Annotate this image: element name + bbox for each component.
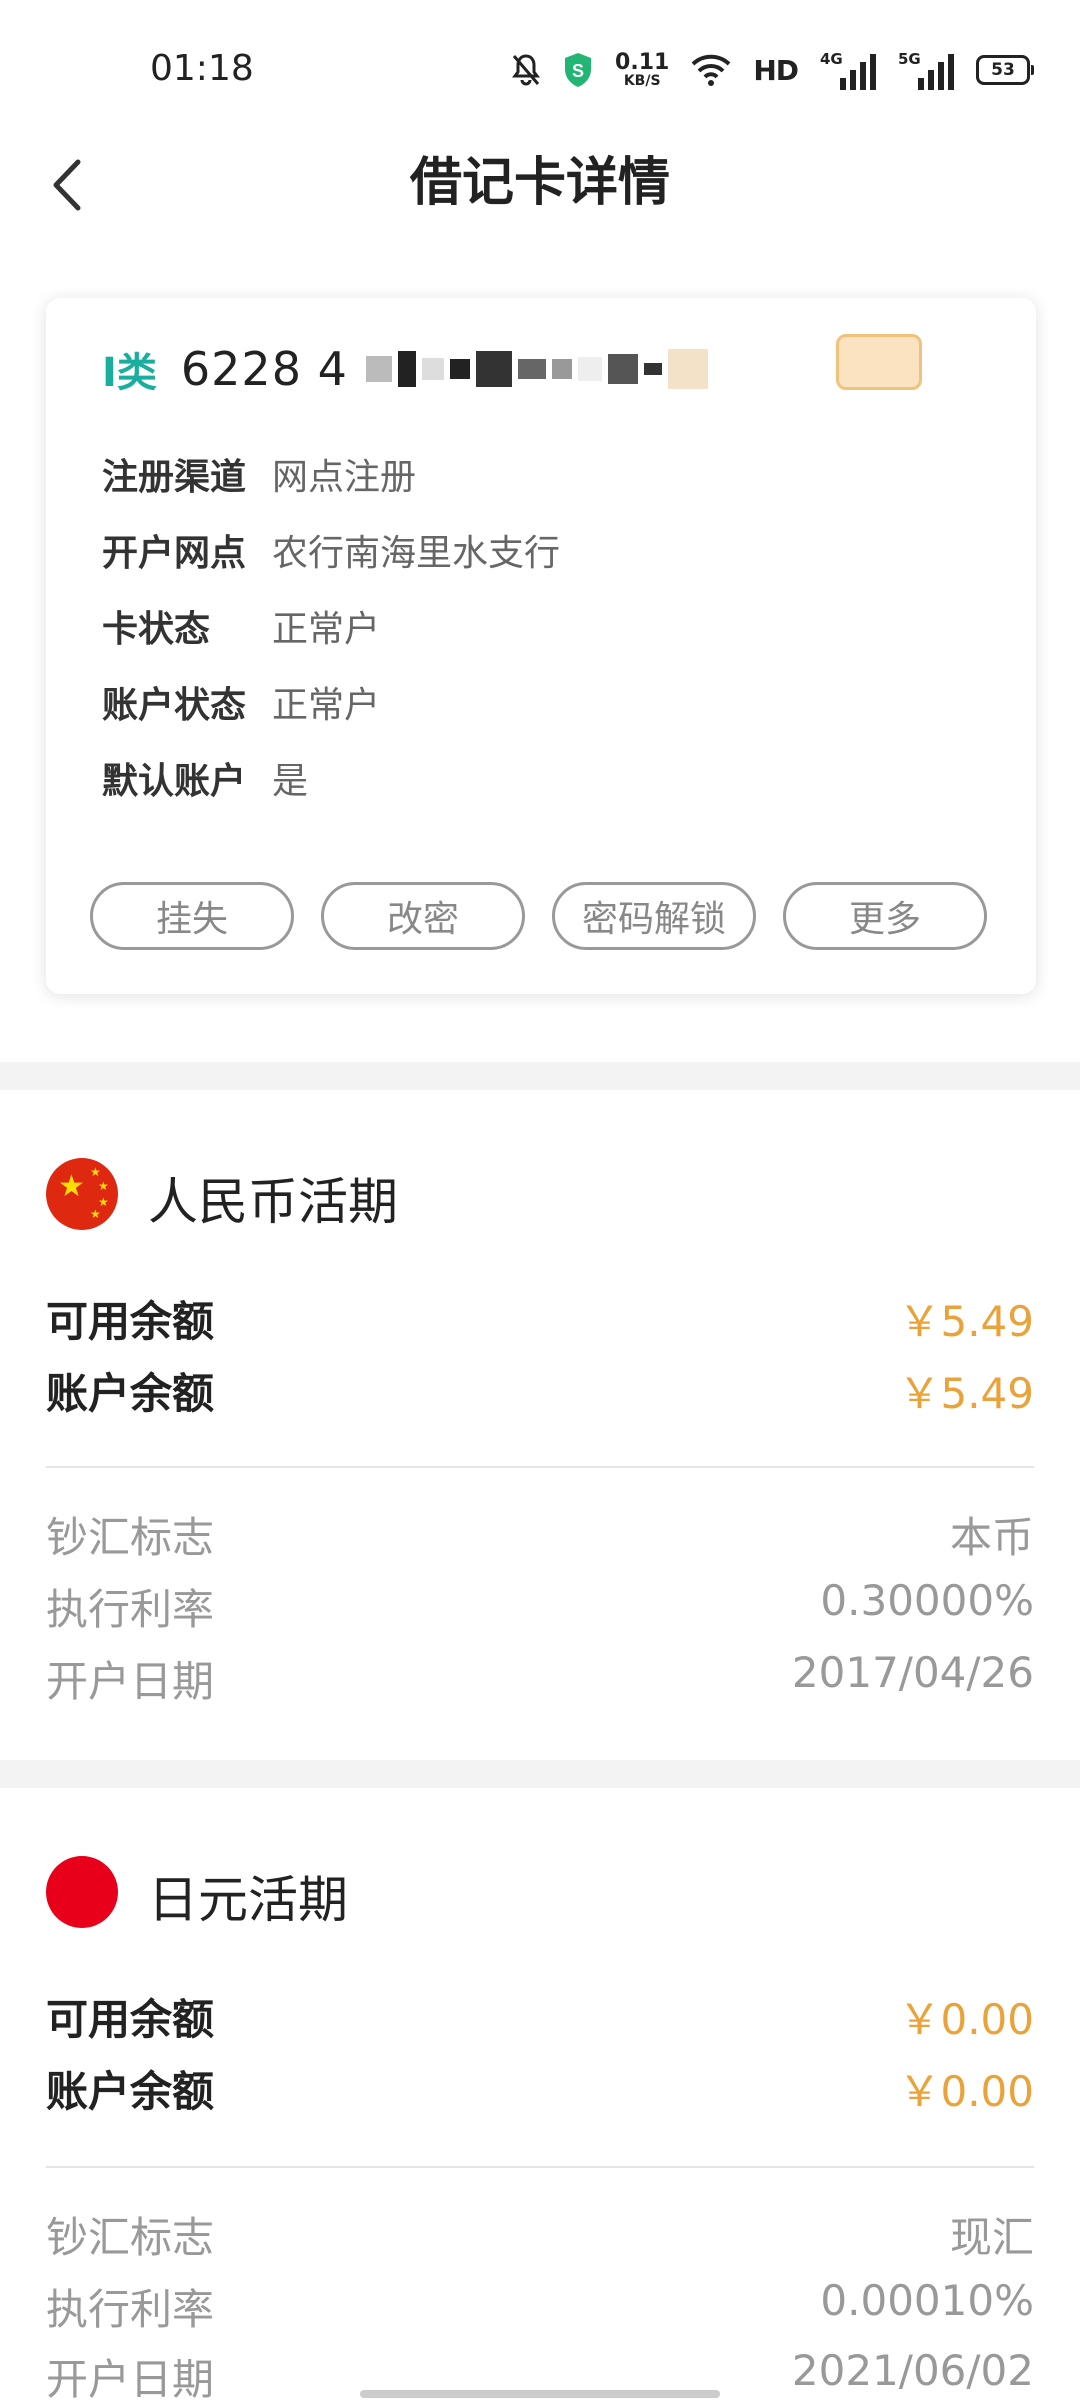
status-bar: 01:18 S 0.11 KB/S HD 4G 5G 53 — [0, 0, 1080, 140]
section-separator — [0, 1062, 1080, 1090]
section-separator — [0, 1760, 1080, 1788]
info-row-channel: 注册渠道 网点注册 — [102, 448, 416, 500]
signal-4g-label: 4G — [820, 50, 843, 68]
info-value: 正常户 — [272, 609, 381, 650]
detail-row-cash-flag: 钞汇标志 本币 — [46, 1504, 1034, 1565]
account-section-rmb: ★ ★ ★ ★ ★ 人民币活期 可用余额 ￥5.49 账户余额 ￥5.49 钞汇… — [0, 1090, 1080, 1760]
account-balance-label: 账户余额 — [46, 2067, 215, 2116]
detail-value: 0.00010% — [820, 2276, 1034, 2325]
hd-voice-indicator: HD — [753, 53, 799, 87]
more-button[interactable]: 更多 — [783, 882, 987, 950]
page-title: 借记卡详情 — [409, 153, 670, 213]
detail-label: 执行利率 — [46, 2285, 215, 2334]
status-time: 01:18 — [150, 48, 254, 89]
detail-value: 本币 — [949, 1513, 1034, 1562]
info-label: 默认账户 — [102, 761, 247, 802]
network-speed: 0.11 KB/S — [615, 50, 670, 89]
report-loss-button[interactable]: 挂失 — [90, 882, 294, 950]
nav-bar: 借记卡详情 — [0, 130, 1080, 240]
detail-label: 开户日期 — [46, 1657, 215, 1706]
available-balance-label: 可用余额 — [46, 1297, 215, 1346]
account-title: 人民币活期 — [148, 1173, 398, 1231]
detail-row-open-date: 开户日期 2017/04/26 — [46, 1648, 1034, 1709]
detail-row-rate: 执行利率 0.30000% — [46, 1576, 1034, 1637]
account-section-jpy: 日元活期 可用余额 ￥0.00 账户余额 ￥0.00 钞汇标志 现汇 执行利率 … — [0, 1788, 1080, 2404]
account-balance-label: 账户余额 — [46, 1369, 215, 1418]
signal-4g-icon: 4G — [820, 50, 876, 90]
info-label: 账户状态 — [102, 685, 247, 726]
signal-5g-label: 5G — [898, 50, 921, 68]
info-value: 正常户 — [272, 685, 381, 726]
info-row-default-account: 默认账户 是 — [102, 752, 308, 804]
card-class-badge: I类 — [102, 350, 157, 396]
debit-card-panel: I类 6228 4 注册渠道 网点注册 开户网点 农行南海里水支行 卡状态 正常… — [46, 298, 1036, 994]
info-label: 注册渠道 — [102, 457, 247, 498]
status-icons: S 0.11 KB/S HD 4G 5G 53 — [511, 48, 1034, 92]
shield-dollar-icon: S — [563, 52, 593, 88]
battery-icon: 53 — [976, 55, 1034, 85]
divider — [46, 1466, 1034, 1468]
svg-text:S: S — [572, 61, 584, 81]
info-value: 是 — [272, 761, 309, 802]
info-label: 卡状态 — [102, 609, 211, 650]
network-speed-value: 0.11 — [615, 50, 670, 75]
card-number-mask — [365, 349, 708, 389]
account-balance-row: 账户余额 ￥5.49 — [46, 1360, 1034, 1421]
account-balance-value: ￥5.49 — [898, 1369, 1034, 1418]
signal-5g-icon: 5G — [898, 50, 954, 90]
detail-value: 2017/04/26 — [791, 1648, 1034, 1697]
detail-label: 钞汇标志 — [46, 1513, 215, 1562]
detail-value: 0.30000% — [820, 1576, 1034, 1625]
wifi-icon — [691, 54, 731, 86]
detail-value: 现汇 — [949, 2213, 1034, 2262]
account-balance-value: ￥0.00 — [898, 2067, 1034, 2116]
detail-row-rate: 执行利率 0.00010% — [46, 2276, 1034, 2337]
change-password-button[interactable]: 改密 — [321, 882, 525, 950]
available-balance-value: ￥5.49 — [898, 1297, 1034, 1346]
detail-row-cash-flag: 钞汇标志 现汇 — [46, 2204, 1034, 2265]
card-type-icon[interactable] — [836, 334, 922, 390]
home-indicator[interactable] — [360, 2390, 720, 2398]
available-balance-row: 可用余额 ￥0.00 — [46, 1986, 1034, 2047]
detail-label: 钞汇标志 — [46, 2213, 215, 2262]
info-value: 农行南海里水支行 — [272, 533, 561, 574]
card-number: 6228 4 — [180, 342, 348, 396]
japan-flag-icon — [46, 1856, 118, 1928]
detail-value: 2021/06/02 — [791, 2346, 1034, 2395]
divider — [46, 2166, 1034, 2168]
mute-bell-icon — [511, 53, 541, 87]
account-balance-row: 账户余额 ￥0.00 — [46, 2058, 1034, 2119]
account-title: 日元活期 — [148, 1871, 348, 1929]
unlock-password-button[interactable]: 密码解锁 — [552, 882, 756, 950]
info-row-branch: 开户网点 农行南海里水支行 — [102, 524, 560, 576]
available-balance-row: 可用余额 ￥5.49 — [46, 1288, 1034, 1349]
available-balance-value: ￥0.00 — [898, 1995, 1034, 2044]
info-row-account-status: 账户状态 正常户 — [102, 676, 380, 728]
info-value: 网点注册 — [272, 457, 417, 498]
network-speed-unit: KB/S — [623, 73, 661, 89]
detail-label: 开户日期 — [46, 2355, 215, 2404]
available-balance-label: 可用余额 — [46, 1995, 215, 2044]
info-row-card-status: 卡状态 正常户 — [102, 600, 380, 652]
info-label: 开户网点 — [102, 533, 247, 574]
card-number-row: I类 6228 4 — [102, 334, 708, 404]
china-flag-icon: ★ ★ ★ ★ ★ — [46, 1158, 118, 1230]
detail-label: 执行利率 — [46, 1585, 215, 1634]
